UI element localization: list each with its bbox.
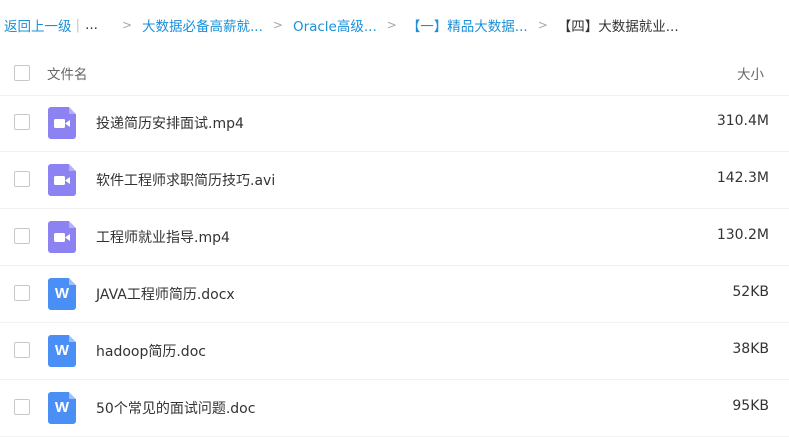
file-name[interactable]: 工程师就业指导.mp4 [96, 227, 230, 247]
row-checkbox[interactable] [14, 399, 30, 415]
breadcrumb-item[interactable]: Oracle高级... [293, 15, 377, 35]
breadcrumb-current: 【四】大数据就业... [557, 19, 679, 35]
file-name[interactable]: hadoop简历.doc [96, 341, 206, 361]
breadcrumb: 返回上一级 | ... > 大数据必备高薪就... > Oracle高级... … [4, 0, 789, 50]
chevron-right-icon: > [386, 18, 397, 32]
column-header-name[interactable]: 文件名 [47, 63, 88, 83]
file-size: 130.2M [716, 227, 769, 243]
file-row[interactable]: 投递简历安排面试.mp4 310.4M [0, 95, 789, 152]
row-checkbox[interactable] [14, 342, 30, 358]
file-row[interactable]: 工程师就业指导.mp4 130.2M [0, 209, 789, 266]
file-name[interactable]: 投递简历安排面试.mp4 [96, 113, 244, 133]
file-row[interactable]: W 50个常见的面试问题.doc 95KB [0, 380, 789, 437]
word-file-icon: W [48, 392, 76, 424]
file-size: 310.4M [716, 113, 769, 129]
file-size: 95KB [732, 398, 769, 414]
video-file-icon [48, 164, 76, 196]
row-checkbox[interactable] [14, 228, 30, 244]
file-row[interactable]: W hadoop简历.doc 38KB [0, 323, 789, 380]
row-checkbox[interactable] [14, 171, 30, 187]
breadcrumb-item[interactable]: 大数据必备高薪就... [142, 15, 263, 35]
file-list-header: 文件名 大小 [0, 50, 789, 96]
breadcrumb-ellipsis[interactable]: ... [85, 17, 98, 33]
chevron-right-icon: > [537, 18, 548, 32]
row-checkbox[interactable] [14, 285, 30, 301]
word-icon-letter: W [54, 285, 70, 302]
word-file-icon: W [48, 335, 76, 367]
column-header-size[interactable]: 大小 [737, 63, 764, 83]
file-size: 52KB [732, 284, 769, 300]
chevron-right-icon: > [121, 18, 132, 32]
file-name[interactable]: 软件工程师求职简历技巧.avi [96, 170, 275, 190]
word-icon-letter: W [54, 399, 70, 416]
breadcrumb-item[interactable]: 【一】精品大数据... [407, 15, 528, 35]
chevron-right-icon: > [272, 18, 283, 32]
breadcrumb-divider: | [75, 17, 81, 33]
word-icon-letter: W [54, 342, 70, 359]
file-size: 38KB [732, 341, 769, 357]
video-file-icon [48, 107, 76, 139]
file-name[interactable]: JAVA工程师简历.docx [96, 284, 235, 304]
file-row[interactable]: W JAVA工程师简历.docx 52KB [0, 266, 789, 323]
file-row[interactable]: 软件工程师求职简历技巧.avi 142.3M [0, 152, 789, 209]
file-size: 142.3M [716, 170, 769, 186]
select-all-checkbox[interactable] [14, 65, 30, 81]
video-file-icon [48, 221, 76, 253]
file-list: 投递简历安排面试.mp4 310.4M 软件工程师求职简历技巧.avi 142.… [0, 95, 789, 437]
file-name[interactable]: 50个常见的面试问题.doc [96, 398, 255, 418]
back-link[interactable]: 返回上一级 [4, 15, 72, 35]
row-checkbox[interactable] [14, 114, 30, 130]
word-file-icon: W [48, 278, 76, 310]
